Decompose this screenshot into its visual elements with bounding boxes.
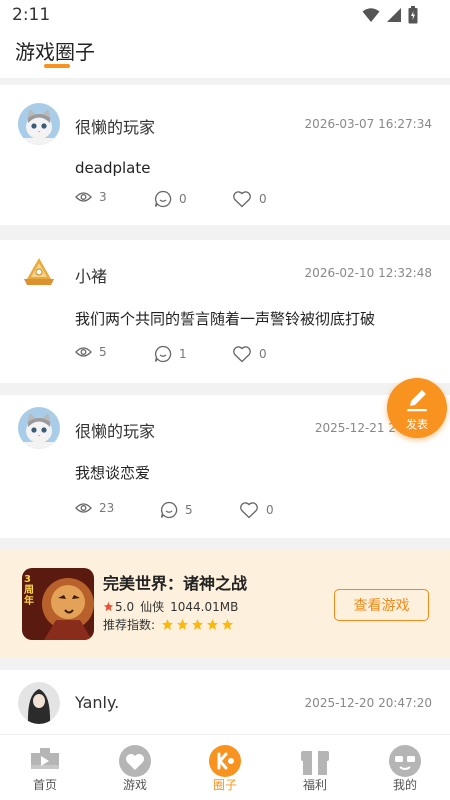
post-card[interactable]: 很懒的玩家 2026-03-07 16:27:34 deadplate 3 0 … — [0, 85, 450, 225]
views-count: 5 — [99, 345, 107, 359]
star-icon — [207, 619, 218, 630]
tab-home[interactable]: 首页 — [0, 735, 90, 800]
comments-count: 0 — [179, 192, 187, 206]
recommend-label: 推荐指数: — [103, 618, 156, 632]
wifi-icon — [362, 8, 380, 22]
battery-icon — [408, 6, 418, 24]
comments-stat[interactable]: 5 — [160, 501, 193, 519]
post-author[interactable]: Yanly. — [75, 693, 119, 712]
status-icons — [362, 6, 418, 24]
comments-count: 1 — [179, 347, 187, 361]
post-stats: 3 0 0 — [75, 190, 335, 210]
likes-count: 0 — [259, 192, 267, 206]
likes-count: 0 — [266, 503, 274, 517]
post-time: 2025-12-21 2 — [314, 421, 396, 435]
heart-icon[interactable] — [232, 190, 252, 208]
post-content[interactable]: deadplate — [75, 159, 150, 177]
post-stats: 23 5 0 — [75, 501, 335, 521]
publish-label: 发表 — [406, 418, 428, 431]
comments-count: 5 — [185, 503, 193, 517]
recommend-stars — [161, 618, 234, 631]
signal-icon — [387, 8, 401, 22]
star-icon — [192, 619, 203, 630]
post-stats: 5 1 0 — [75, 345, 335, 365]
heart-icon[interactable] — [239, 501, 259, 519]
views-stat: 3 — [75, 190, 107, 204]
post-card[interactable]: 小褚 2026-02-10 12:32:48 我们两个共同的誓言随着一声警铃被彻… — [0, 240, 450, 383]
game-genre: 仙侠 — [140, 600, 165, 614]
profile-icon — [389, 745, 421, 777]
recommend-row: 推荐指数: — [103, 616, 234, 633]
publish-button[interactable]: 发表 — [387, 378, 447, 438]
rating-value: 5.0 — [115, 599, 135, 614]
views-stat: 5 — [75, 345, 107, 359]
game-icon — [119, 745, 151, 777]
post-author[interactable]: 很懒的玩家 — [75, 418, 155, 442]
tab-label: 我的 — [392, 778, 417, 792]
game-size: 1044.01MB — [170, 599, 239, 614]
cover-badge-text: 3周年 — [24, 574, 34, 607]
gift-icon — [301, 751, 329, 775]
tab-welfare[interactable]: 福利 — [270, 735, 360, 800]
comment-icon[interactable] — [154, 345, 172, 363]
tab-circle[interactable]: 圈子 — [180, 735, 270, 800]
circle-icon — [209, 745, 241, 777]
tab-label: 首页 — [32, 778, 57, 792]
post-time: 2025-12-20 20:47:20 — [304, 696, 432, 710]
eye-icon — [75, 347, 92, 357]
post-author[interactable]: 很懒的玩家 — [75, 114, 155, 138]
game-meta: 5.0 仙侠 1044.01MB — [103, 598, 238, 615]
game-ad-card[interactable]: 3周年 完美世界：诸神之战 5.0 仙侠 1044.01MB 推荐指数: 查看游… — [0, 550, 450, 658]
status-time: 2:11 — [12, 5, 51, 25]
likes-stat[interactable]: 0 — [232, 345, 267, 363]
views-stat: 23 — [75, 501, 114, 515]
tab-profile[interactable]: 我的 — [360, 735, 450, 800]
post-card[interactable]: 很懒的玩家 2025-12-21 2 我想谈恋爱 23 5 0 — [0, 395, 450, 538]
likes-count: 0 — [259, 347, 267, 361]
status-bar: 2:11 — [0, 0, 450, 30]
bottom-tab-bar: 首页 游戏 圈子 福利 我的 — [0, 734, 450, 800]
star-icon — [103, 601, 114, 612]
comment-icon[interactable] — [154, 190, 172, 208]
header: 游戏圈子 — [0, 30, 450, 78]
star-icon — [222, 619, 233, 630]
cat-avatar[interactable] — [18, 407, 60, 449]
post-content[interactable]: 我们两个共同的誓言随着一声警铃被彻底打破 — [75, 308, 375, 329]
page-title: 游戏圈子 — [15, 40, 95, 64]
title-underline — [44, 64, 70, 68]
user-avatar[interactable] — [18, 682, 60, 724]
views-count: 3 — [99, 190, 107, 204]
tab-label: 福利 — [302, 778, 327, 792]
likes-stat[interactable]: 0 — [232, 190, 267, 208]
game-title[interactable]: 完美世界：诸神之战 — [103, 570, 247, 594]
game-cover-image[interactable]: 3周年 — [22, 568, 94, 640]
star-icon — [162, 619, 173, 630]
helmet-avatar[interactable] — [18, 252, 60, 294]
post-feed[interactable]: 很懒的玩家 2026-03-07 16:27:34 deadplate 3 0 … — [0, 78, 450, 734]
post-content[interactable]: 我想谈恋爱 — [75, 462, 150, 483]
tab-label: 游戏 — [122, 778, 147, 792]
view-game-button[interactable]: 查看游戏 — [334, 589, 429, 621]
heart-icon[interactable] — [232, 345, 252, 363]
star-icon — [177, 619, 188, 630]
home-icon — [27, 748, 63, 777]
post-time: 2026-03-07 16:27:34 — [304, 117, 432, 131]
game-rating: 5.0 — [103, 600, 134, 614]
tab-label: 圈子 — [212, 778, 237, 792]
post-time: 2026-02-10 12:32:48 — [304, 266, 432, 280]
edit-icon — [407, 390, 427, 412]
eye-icon — [75, 192, 92, 202]
comments-stat[interactable]: 1 — [154, 345, 187, 363]
post-card[interactable]: Yanly. 2025-12-20 20:47:20 — [0, 670, 450, 734]
post-author[interactable]: 小褚 — [75, 263, 107, 287]
tab-games[interactable]: 游戏 — [90, 735, 180, 800]
views-count: 23 — [99, 501, 115, 515]
likes-stat[interactable]: 0 — [239, 501, 274, 519]
cat-avatar[interactable] — [18, 103, 60, 145]
comments-stat[interactable]: 0 — [154, 190, 187, 208]
eye-icon — [75, 503, 92, 513]
comment-icon[interactable] — [160, 501, 178, 519]
